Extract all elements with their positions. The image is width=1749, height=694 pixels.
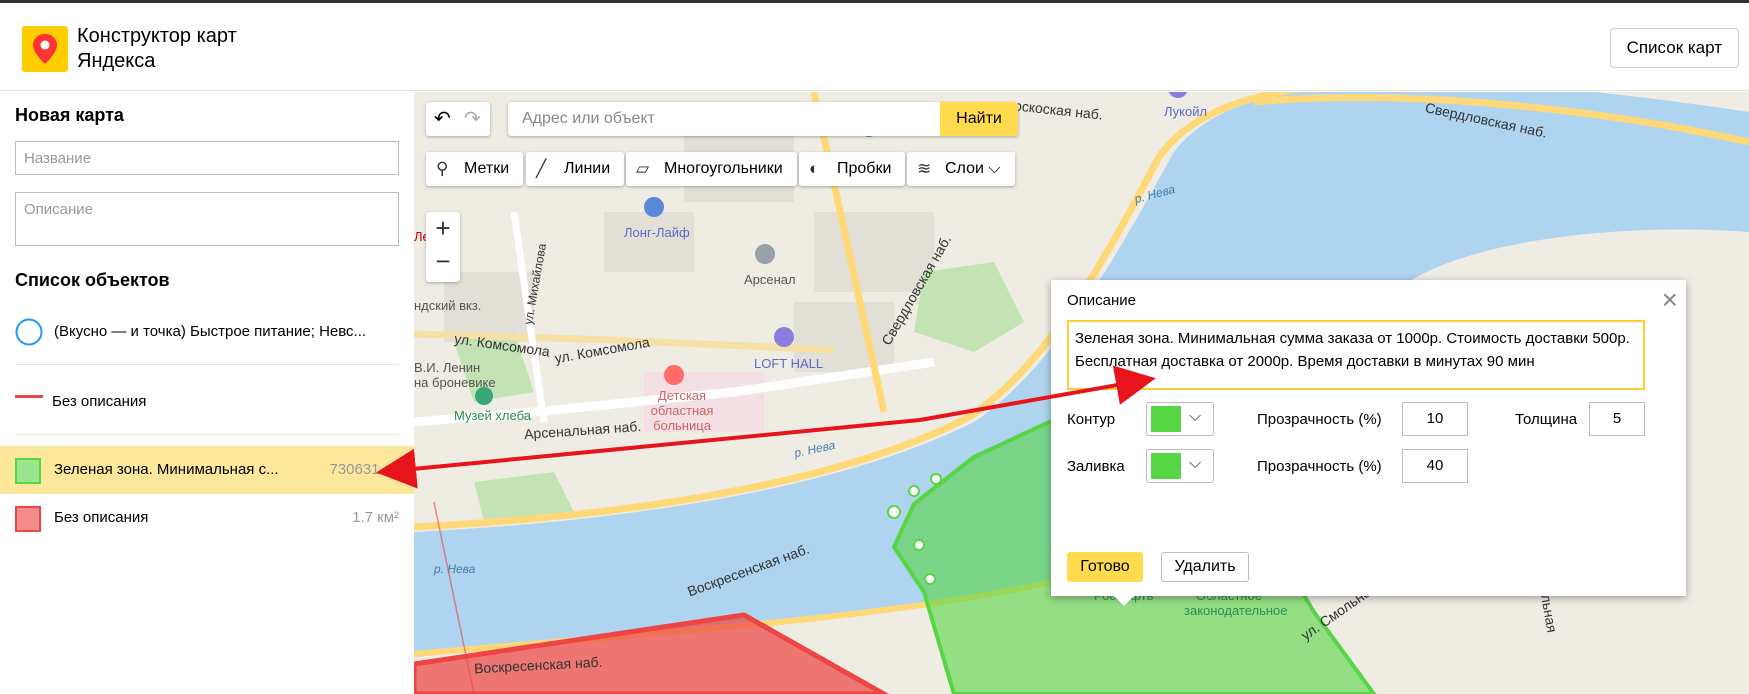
list-item-label: (Вкусно — и точка) Быстрое питание; Невс…	[54, 323, 367, 340]
layers-icon: ≋	[917, 159, 932, 178]
divider	[15, 364, 399, 365]
divider	[15, 434, 399, 435]
color-swatch	[1151, 453, 1181, 479]
poi-label: LOFT HALL	[754, 356, 824, 371]
tool-label: Слои	[945, 160, 984, 177]
description-textarea[interactable]: Зеленая зона. Минимальная сумма заказа о…	[1067, 320, 1645, 390]
zoom-in-icon[interactable]: +	[426, 213, 460, 244]
list-item[interactable]: (Вкусно — и точка) Быстрое питание; Невс…	[0, 308, 414, 356]
line-icon	[15, 395, 43, 398]
contour-color-picker[interactable]: ⌵	[1146, 402, 1214, 436]
tool-label: Линии	[564, 160, 611, 177]
color-swatch	[1151, 406, 1181, 432]
map-title: Новая карта	[15, 105, 124, 125]
list-item[interactable]: Без описания	[0, 378, 414, 426]
undo-redo-group: ↶ ↷	[426, 102, 490, 136]
zoom-control: + −	[426, 212, 460, 282]
popup-title: Описание	[1067, 292, 1137, 309]
river-label: р. Нева	[434, 562, 476, 576]
width-input[interactable]: 5	[1589, 402, 1645, 436]
brand-title: Конструктор карт Яндекса	[77, 24, 237, 74]
poi-label: Лукойл	[1164, 104, 1208, 119]
red-polygon-icon	[15, 506, 41, 532]
opacity-label: Прозрачность (%)	[1257, 458, 1382, 475]
width-label: Толщина	[1515, 411, 1578, 428]
list-item[interactable]: Без описания 1.7 км²	[0, 494, 414, 542]
contour-opacity-input[interactable]: 10	[1402, 402, 1468, 436]
search-button[interactable]: Найти	[940, 102, 1018, 136]
chevron-down-icon: ⌵	[1189, 455, 1202, 472]
done-button[interactable]: Готово	[1067, 552, 1143, 582]
polygon-tool-icon: ▱	[636, 159, 650, 178]
popup-tail	[1113, 595, 1135, 606]
close-icon[interactable]: ×	[1662, 286, 1678, 314]
opacity-label: Прозрачность (%)	[1257, 411, 1382, 428]
redo-icon[interactable]: ↷	[464, 106, 481, 131]
list-item-label: Зеленая зона. Минимальная с...	[54, 461, 279, 478]
tool-label: Многоугольники	[664, 160, 783, 177]
sidebar: Новая карта Название Описание Список объ…	[0, 92, 414, 694]
brand-line-1: Конструктор карт	[77, 25, 237, 47]
zoom-out-icon[interactable]: −	[426, 246, 460, 277]
fill-label: Заливка	[1067, 458, 1125, 475]
poi-label: В.И. Ленин	[414, 360, 481, 375]
lines-tool[interactable]: ╱ Линии	[526, 152, 625, 186]
list-item-label: Без описания	[52, 393, 147, 410]
poi-label: Лонг-Лайф	[624, 225, 690, 240]
green-polygon-icon	[15, 458, 41, 484]
fill-color-picker[interactable]: ⌵	[1146, 449, 1214, 483]
yandex-maps-logo	[22, 26, 68, 72]
placemarks-tool[interactable]: ⚲ Метки	[426, 152, 524, 186]
search-bar: Адрес или объект Найти	[508, 102, 1018, 136]
fill-opacity-input[interactable]: 40	[1402, 449, 1468, 483]
polygons-tool[interactable]: ▱ Многоугольники	[626, 152, 797, 186]
objects-list-title: Список объектов	[15, 270, 170, 290]
poi-label: Арсенал	[744, 272, 796, 287]
poi-label: ндский вкз.	[414, 298, 482, 313]
list-item-area: 730631 м²	[329, 461, 399, 478]
poi-label: на броневике	[414, 375, 496, 390]
tool-label: Метки	[464, 160, 510, 177]
placemark-icon: ⚲	[436, 159, 449, 178]
traffic-icon: ◐	[809, 159, 820, 178]
map-description-input[interactable]: Описание	[15, 192, 399, 246]
line-tool-icon: ╱	[536, 159, 547, 178]
undo-icon[interactable]: ↶	[434, 106, 451, 131]
search-input[interactable]: Адрес или объект	[522, 110, 655, 128]
poi-label: Детская областная больница	[650, 388, 714, 433]
map-list-button[interactable]: Список карт	[1609, 28, 1739, 68]
chevron-down-icon: ⌵	[1189, 408, 1202, 425]
map-name-input[interactable]: Название	[15, 141, 399, 175]
list-item-area: 1.7 км²	[352, 509, 399, 526]
poi-label: Музей хлеба	[454, 408, 531, 423]
header: Конструктор карт Яндекса Список карт	[0, 3, 1749, 91]
brand-line-2: Яндекса	[77, 50, 156, 72]
layers-tool[interactable]: ≋ Слои ⌵	[907, 152, 1015, 186]
list-item-selected[interactable]: Зеленая зона. Минимальная с... 730631 м²	[0, 446, 414, 494]
object-editor-popup: Описание × Зеленая зона. Минимальная сум…	[1051, 280, 1686, 606]
list-item-label: Без описания	[54, 509, 149, 526]
placemark-circle-icon	[15, 318, 43, 346]
chevron-down-icon: ⌵	[988, 160, 1001, 177]
traffic-tool[interactable]: ◐ Пробки	[799, 152, 906, 186]
contour-label: Контур	[1067, 411, 1116, 428]
delete-button[interactable]: Удалить	[1161, 552, 1249, 582]
tool-label: Пробки	[837, 160, 892, 177]
